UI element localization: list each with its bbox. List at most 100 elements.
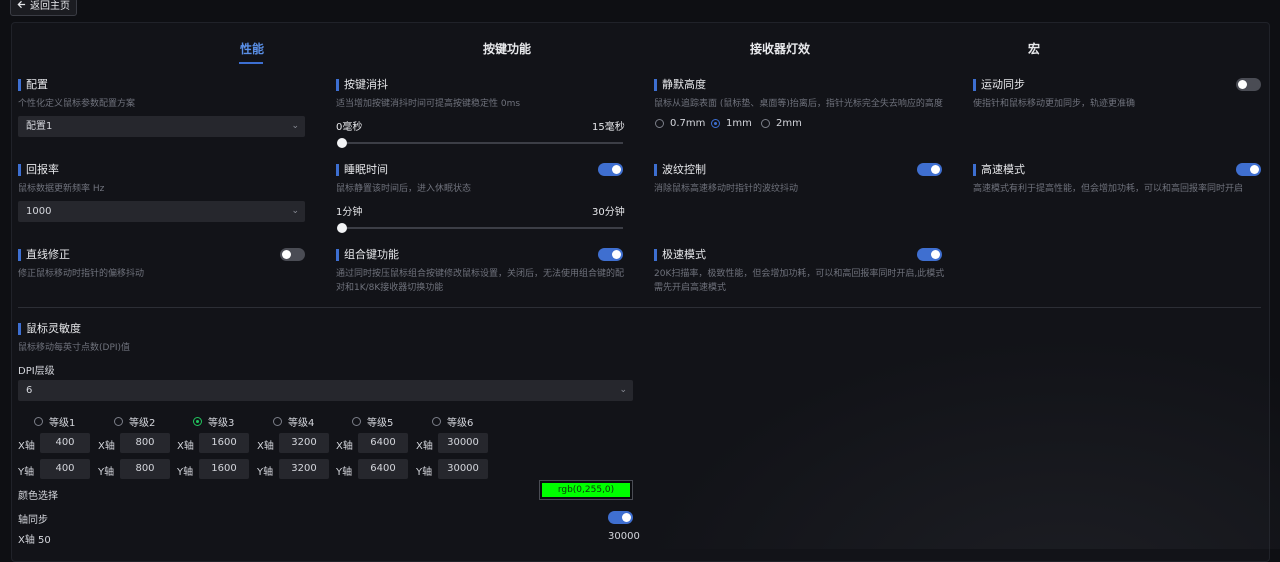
y-axis-label: Y轴 (336, 467, 353, 478)
dpi-level-6-radio[interactable]: 等级6 (432, 414, 473, 429)
angle-snap-title: 直线修正 (18, 248, 70, 262)
sleep-toggle[interactable] (598, 163, 623, 176)
axis-sync-label: 轴同步 (18, 515, 48, 526)
radio-icon (761, 119, 770, 128)
dpi-level-selected: 6 (26, 385, 33, 396)
ripple-toggle[interactable] (917, 163, 942, 176)
turbo-desc-2: 需先开启高速模式 (654, 283, 727, 293)
back-to-home-button[interactable]: 返回主页 (10, 0, 77, 16)
dpi-desc: 鼠标移动每英寸点数(DPI)值 (18, 343, 131, 353)
y-axis-label: Y轴 (257, 467, 274, 478)
angle-snap-desc: 修正鼠标移动时指针的偏移抖动 (18, 269, 145, 279)
polling-select[interactable]: 1000 ⌄ (18, 201, 305, 222)
section-divider (18, 307, 1261, 308)
high-speed-title: 高速模式 (973, 163, 1025, 177)
radio-selected-icon (711, 119, 720, 128)
x-axis-label: X轴 (177, 441, 194, 452)
chevron-down-icon: ⌄ (291, 121, 299, 131)
y-axis-label: Y轴 (416, 467, 433, 478)
dpi-y-input-2[interactable]: 800 (120, 459, 170, 479)
motion-sync-toggle[interactable] (1236, 78, 1261, 91)
debounce-desc: 适当增加按键消抖时间可提高按键稳定性 0ms (336, 99, 521, 109)
ripple-title: 波纹控制 (654, 163, 706, 177)
x-axis-label: X轴 (18, 441, 35, 452)
lod-option-0-7mm[interactable]: 0.7mm (655, 118, 705, 129)
lod-option-2mm[interactable]: 2mm (761, 118, 802, 129)
back-button-label: 返回主页 (30, 1, 70, 12)
radio-icon (114, 417, 123, 426)
debounce-title: 按键消抖 (336, 78, 388, 92)
sleep-max-label: 30分钟 (592, 207, 625, 218)
sleep-min-label: 1分钟 (336, 207, 363, 218)
dpi-x-input-4[interactable]: 3200 (279, 433, 329, 453)
x-axis-label: X轴 (98, 441, 115, 452)
x-axis-slider-label: X轴 50 (18, 535, 51, 546)
y-axis-label: Y轴 (18, 467, 35, 478)
x-axis-slider-max: 30000 (608, 531, 640, 542)
tab-key-functions[interactable]: 按键功能 (483, 40, 531, 57)
y-axis-label: Y轴 (98, 467, 115, 478)
motion-sync-title: 运动同步 (973, 78, 1025, 92)
debounce-slider-handle[interactable] (337, 138, 347, 148)
debounce-max-label: 15毫秒 (592, 122, 625, 133)
angle-snap-toggle[interactable] (280, 248, 305, 261)
color-picker[interactable]: rgb(0,255,0) (539, 480, 633, 500)
tab-performance[interactable]: 性能 (240, 40, 264, 57)
turbo-title: 极速模式 (654, 248, 706, 262)
config-select[interactable]: 配置1 ⌄ (18, 116, 305, 137)
dpi-x-input-3[interactable]: 1600 (199, 433, 249, 453)
radio-icon (273, 417, 282, 426)
tab-receiver-lighting[interactable]: 接收器灯效 (750, 40, 810, 57)
polling-title: 回报率 (18, 163, 59, 177)
dpi-level-3-radio[interactable]: 等级3 (193, 414, 234, 429)
radio-icon (352, 417, 361, 426)
turbo-desc-1: 20K扫描率，极致性能，但会增加功耗，可以和高回报率同时开启,此模式 (654, 269, 945, 279)
dpi-level-1-radio[interactable]: 等级1 (34, 414, 75, 429)
sleep-slider-track[interactable] (340, 227, 623, 229)
ripple-desc: 消除鼠标高速移动时指针的波纹抖动 (654, 184, 799, 194)
debounce-min-label: 0毫秒 (336, 122, 363, 133)
dpi-x-input-5[interactable]: 6400 (358, 433, 408, 453)
dpi-title: 鼠标灵敏度 (18, 322, 81, 336)
combo-keys-toggle[interactable] (598, 248, 623, 261)
chevron-down-icon: ⌄ (619, 385, 627, 395)
lod-title: 静默高度 (654, 78, 706, 92)
chevron-down-icon: ⌄ (291, 206, 299, 216)
sleep-title: 睡眠时间 (336, 163, 388, 177)
lod-option-1mm[interactable]: 1mm (711, 118, 752, 129)
radio-icon (432, 417, 441, 426)
radio-selected-icon (193, 417, 202, 426)
dpi-level-5-radio[interactable]: 等级5 (352, 414, 393, 429)
dpi-y-input-1[interactable]: 400 (40, 459, 90, 479)
dpi-level-2-radio[interactable]: 等级2 (114, 414, 155, 429)
dpi-y-input-3[interactable]: 1600 (199, 459, 249, 479)
config-title: 配置 (18, 78, 48, 92)
x-axis-label: X轴 (336, 441, 353, 452)
config-selected: 配置1 (26, 121, 53, 132)
dpi-level-select[interactable]: 6 ⌄ (18, 380, 633, 401)
combo-keys-desc-1: 通过同时按压鼠标组合按键修改鼠标设置，关闭后，无法使用组合键的配 (336, 269, 625, 279)
dpi-y-input-5[interactable]: 6400 (358, 459, 408, 479)
dpi-level-label: DPI层级 (18, 366, 55, 377)
arrow-left-icon (17, 0, 26, 16)
sleep-slider-handle[interactable] (337, 223, 347, 233)
high-speed-toggle[interactable] (1236, 163, 1261, 176)
dpi-x-input-1[interactable]: 400 (40, 433, 90, 453)
polling-desc: 鼠标数据更新频率 Hz (18, 184, 105, 194)
combo-keys-desc-2: 对和1K/8K接收器切换功能 (336, 283, 444, 293)
lod-desc: 鼠标从追踪表面 (鼠标垫、桌面等)抬离后，指针光标完全失去响应的高度 (654, 99, 943, 109)
active-tab-indicator (239, 62, 263, 64)
tab-macro[interactable]: 宏 (1028, 40, 1040, 57)
motion-sync-desc: 使指针和鼠标移动更加同步，轨迹更准确 (973, 99, 1136, 109)
turbo-toggle[interactable] (917, 248, 942, 261)
debounce-slider-track[interactable] (340, 142, 623, 144)
dpi-x-input-6[interactable]: 30000 (438, 433, 488, 453)
axis-sync-toggle[interactable] (608, 511, 633, 524)
radio-icon (34, 417, 43, 426)
dpi-y-input-4[interactable]: 3200 (279, 459, 329, 479)
color-select-label: 颜色选择 (18, 491, 58, 502)
dpi-x-input-2[interactable]: 800 (120, 433, 170, 453)
dpi-level-4-radio[interactable]: 等级4 (273, 414, 314, 429)
combo-keys-title: 组合键功能 (336, 248, 399, 262)
dpi-y-input-6[interactable]: 30000 (438, 459, 488, 479)
